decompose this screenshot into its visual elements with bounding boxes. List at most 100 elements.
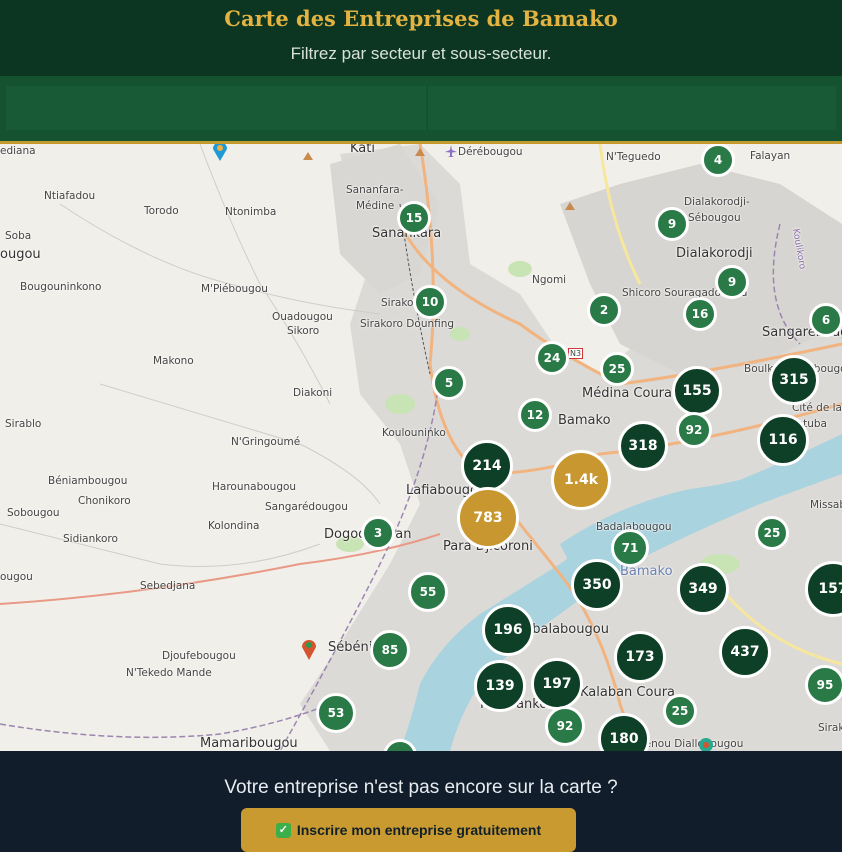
cluster-marker[interactable]: 437 [719, 626, 771, 678]
cluster-marker[interactable]: 16 [683, 297, 717, 331]
place-label: Sirakoro Dounfing [360, 318, 455, 330]
place-label: Sébougou [688, 212, 741, 224]
header-title-bar: Carte des Entreprises de Bamako Filtrez … [0, 0, 842, 76]
place-label: Torodo [144, 205, 179, 217]
place-label: Diakoni [293, 387, 333, 399]
place-label: Ngomi [532, 274, 567, 286]
place-label: Ouadougou [272, 311, 333, 323]
place-label: Senou Diallobougou [638, 738, 744, 750]
cluster-marker[interactable]: 318 [618, 421, 668, 471]
place-label: ougou [0, 247, 41, 262]
page-title: Carte des Entreprises de Bamako [224, 6, 618, 31]
map-marker-icon[interactable] [697, 736, 715, 751]
cluster-marker[interactable]: 24 [535, 341, 569, 375]
cluster-marker[interactable]: 4 [701, 144, 735, 177]
place-label: Bamako [558, 413, 611, 428]
road-shield: N3 [568, 348, 584, 359]
peak-icon [565, 202, 575, 210]
cluster-marker[interactable]: 9 [715, 265, 749, 299]
cluster-marker[interactable]: 25 [755, 516, 789, 550]
place-label: M'Piébougou [201, 283, 268, 295]
footer-cta-bar: Votre entreprise n'est pas encore sur la… [0, 751, 842, 852]
place-label: Mamaribougou [200, 736, 298, 751]
cluster-marker[interactable]: 214 [461, 440, 513, 492]
place-label: Soba [5, 230, 32, 242]
filter-bar [0, 76, 842, 141]
place-label: Médine [356, 200, 395, 212]
airport-icon [445, 145, 457, 157]
check-mark-icon: ✓ [275, 822, 291, 838]
map-marker-icon[interactable] [300, 637, 318, 661]
place-label: Sananfara- [346, 184, 404, 196]
place-label: Harounabougou [212, 481, 297, 493]
cluster-marker[interactable]: 71 [611, 529, 649, 567]
cluster-marker[interactable]: 3 [361, 516, 395, 550]
register-business-label: Inscrire mon entreprise gratuitement [296, 822, 542, 838]
place-label: Béniambougou [48, 475, 128, 487]
place-label: Makono [153, 355, 194, 367]
cluster-marker[interactable]: 116 [757, 414, 809, 466]
cluster-marker[interactable]: 197 [531, 658, 583, 710]
place-label: Médina Coura [582, 386, 672, 401]
cluster-marker[interactable]: 349 [677, 563, 729, 615]
sector-filter[interactable] [6, 86, 426, 130]
cluster-marker[interactable]: 6 [809, 303, 842, 337]
cluster-marker[interactable]: 92 [545, 706, 585, 746]
place-label: Kalaban Coura [580, 685, 676, 700]
cluster-marker[interactable]: 53 [316, 693, 356, 733]
cluster-marker[interactable]: 85 [370, 630, 410, 670]
page-subtitle: Filtrez par secteur et sous-secteur. [290, 44, 552, 63]
place-label: N'Tekedo Mande [126, 667, 212, 679]
cluster-marker[interactable]: 95 [805, 665, 842, 705]
peak-icon [415, 148, 425, 156]
footer-question: Votre entreprise n'est pas encore sur la… [224, 777, 618, 798]
place-label: Dialakorodji- [684, 196, 750, 208]
cluster-marker[interactable]: 15 [397, 201, 431, 235]
cluster-marker[interactable]: 25 [663, 694, 697, 728]
cluster-marker[interactable]: 12 [518, 398, 552, 432]
cluster-marker[interactable]: 139 [474, 660, 526, 712]
page-header: Carte des Entreprises de Bamako Filtrez … [0, 0, 842, 144]
place-label: Sebedjana [140, 580, 196, 592]
cluster-marker[interactable]: 25 [600, 352, 634, 386]
place-label: Missabougou [810, 499, 842, 511]
cluster-marker[interactable]: 55 [408, 572, 448, 612]
cluster-marker[interactable]: 1.4k [551, 450, 611, 510]
place-label: Sirakoro [818, 722, 842, 734]
place-label: Ntonimba [225, 206, 277, 218]
cluster-marker[interactable]: 783 [457, 487, 519, 549]
place-label: Sobougou [7, 507, 60, 519]
place-label: N'Teguedo [606, 151, 661, 163]
place-label: Bougouninkono [20, 281, 102, 293]
place-label: Sirako [381, 297, 414, 309]
place-label: N'Gringoumé [231, 436, 301, 448]
register-business-button[interactable]: ✓ Inscrire mon entreprise gratuitement [241, 808, 576, 852]
place-label: Sirablo [5, 418, 42, 430]
peak-icon [303, 152, 313, 160]
cluster-marker[interactable]: 155 [672, 366, 722, 416]
place-label: Koulouninko [382, 427, 446, 439]
cluster-marker[interactable]: 10 [413, 285, 447, 319]
sub-sector-filter[interactable] [428, 86, 836, 130]
place-label: Sikoro [287, 325, 320, 337]
place-label: Kati [350, 144, 375, 156]
map-view[interactable]: edianа Kati Dérébougou N'Teguedo Falayan… [0, 144, 842, 751]
cluster-marker[interactable]: 173 [614, 631, 666, 683]
cluster-marker[interactable]: 2 [587, 293, 621, 327]
cluster-marker[interactable]: 5 [432, 366, 466, 400]
place-label: Djoufebougou [162, 650, 236, 662]
place-label: Chonikoro [78, 495, 131, 507]
cluster-marker[interactable]: 9 [655, 207, 689, 241]
cluster-marker[interactable]: 350 [571, 559, 623, 611]
place-label: ougou [0, 571, 33, 583]
place-label: Ntiafadou [44, 190, 96, 202]
map-marker-icon[interactable] [211, 144, 229, 162]
cluster-marker[interactable]: 315 [769, 355, 819, 405]
cluster-marker[interactable]: 92 [676, 412, 712, 448]
place-label: Kolondina [208, 520, 260, 532]
place-label: Sangarédougou [265, 501, 348, 513]
cluster-marker[interactable]: 196 [482, 604, 534, 656]
place-label: Falayan [750, 150, 791, 162]
place-label: edianа [0, 145, 36, 157]
place-label: Dérébougou [458, 146, 523, 158]
